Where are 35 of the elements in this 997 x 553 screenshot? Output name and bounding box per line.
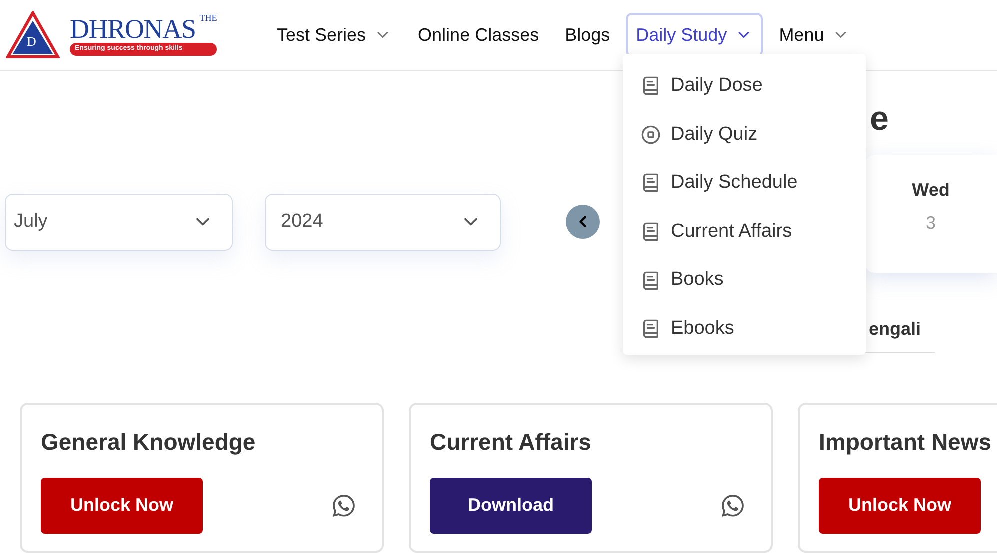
month-select[interactable]: July <box>5 194 233 250</box>
dropdown-item[interactable]: Daily Quiz <box>641 110 848 160</box>
whatsapp-icon[interactable] <box>333 494 355 516</box>
dropdown-item[interactable]: Daily Schedule <box>641 159 848 208</box>
unlock-button[interactable]: Unlock Now <box>41 478 203 534</box>
card-title: Current Affairs <box>430 428 592 457</box>
book-icon <box>641 270 661 291</box>
unlock-button[interactable]: Unlock Now <box>819 478 981 534</box>
dropdown-item[interactable]: Daily Dose <box>641 62 848 111</box>
logo-triangle-icon <box>6 11 60 59</box>
logo-mark: D <box>27 35 36 49</box>
nav-link[interactable]: Test Series <box>267 13 402 57</box>
dropdown-item[interactable]: Books <box>641 256 848 305</box>
book-icon <box>641 319 661 340</box>
nav-link[interactable]: Online Classes <box>408 13 550 57</box>
book-icon <box>641 173 661 194</box>
book-icon <box>641 76 661 96</box>
date-number: 3 <box>926 212 936 235</box>
nav-link[interactable]: Blogs <box>555 13 620 57</box>
book-icon <box>641 222 661 242</box>
card-title: Important News <box>819 428 993 457</box>
download-button[interactable]: Download <box>430 478 592 534</box>
logo-name: DHRONAS <box>70 16 196 44</box>
quiz-icon <box>641 124 661 145</box>
card-title: General Knowledge <box>41 428 257 457</box>
logo-small-text: THE <box>200 14 218 24</box>
nav-link[interactable]: Menu <box>769 13 860 57</box>
page-heading: e <box>870 99 890 139</box>
dropdown-item[interactable]: Ebooks <box>641 304 848 354</box>
whatsapp-icon[interactable] <box>722 494 744 516</box>
previous-button[interactable] <box>566 205 600 239</box>
weekday-label: Wed <box>912 179 950 202</box>
year-select[interactable]: 2024 <box>265 194 501 250</box>
language-tab[interactable]: engali <box>869 316 922 343</box>
dropdown-item[interactable]: Current Affairs <box>641 208 848 256</box>
